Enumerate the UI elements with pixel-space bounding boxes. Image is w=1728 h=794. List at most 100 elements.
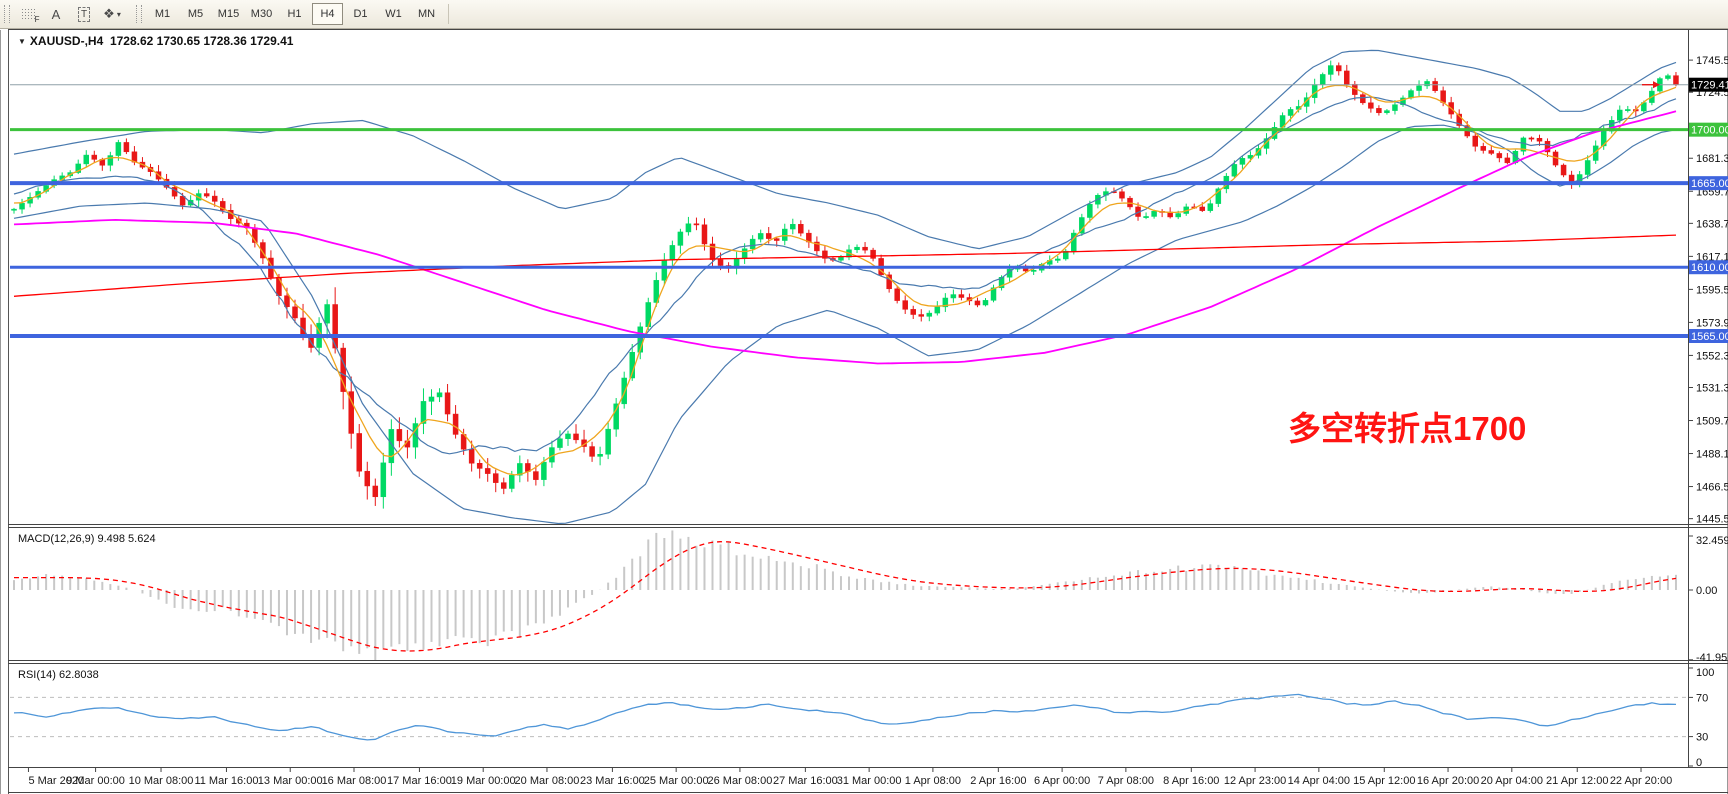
candle — [1425, 81, 1430, 85]
candle — [381, 463, 386, 497]
time-axis-label: 2 Apr 16:00 — [970, 775, 1026, 787]
timeframe-button-M1[interactable]: M1 — [147, 3, 178, 25]
time-axis-label: 17 Mar 16:00 — [387, 775, 452, 787]
candle — [1417, 86, 1422, 91]
candle — [108, 156, 113, 166]
candle — [1055, 259, 1060, 260]
candle — [1673, 76, 1678, 85]
timeframe-button-D1[interactable]: D1 — [345, 3, 376, 25]
candle — [501, 483, 506, 489]
candle — [742, 249, 747, 259]
candle — [1119, 192, 1124, 198]
candle — [469, 449, 474, 463]
candle — [1529, 138, 1534, 139]
price-tick-label: 1466.50 — [1696, 482, 1728, 494]
chart-title[interactable]: ▼XAUUSD-,H4 1728.62 1730.65 1728.36 1729… — [18, 34, 293, 48]
candle — [1328, 66, 1333, 75]
symbol-label: XAUUSD-,H4 — [30, 34, 103, 48]
price-badge-label: 1565.00 — [1691, 331, 1728, 343]
timeframe-button-M15[interactable]: M15 — [213, 3, 244, 25]
price-badge-label: 1665.00 — [1691, 178, 1728, 190]
candle — [293, 307, 298, 318]
arrow-tools-icon[interactable]: ❖▾ — [100, 3, 124, 25]
candle — [678, 232, 683, 245]
timeframe-button-H1[interactable]: H1 — [279, 3, 310, 25]
price-tick-label: 1488.10 — [1696, 449, 1728, 461]
candle — [84, 155, 89, 164]
candle — [1360, 95, 1365, 103]
time-axis-label: 27 Mar 16:00 — [773, 775, 838, 787]
price-tick-label: 1445.50 — [1696, 514, 1728, 526]
candle — [935, 307, 940, 313]
candle — [1625, 109, 1630, 110]
rsi-axis-label: 70 — [1696, 692, 1708, 704]
candle — [838, 257, 843, 260]
candle — [670, 245, 675, 260]
candle — [758, 233, 763, 239]
candle — [557, 439, 562, 448]
price-badge-label: 1729.41 — [1691, 80, 1728, 92]
price-tick-label: 1531.30 — [1696, 383, 1728, 395]
time-axis-label: 20 Mar 08:00 — [515, 775, 580, 787]
time-axis-label: 23 Mar 16:00 — [580, 775, 645, 787]
candle — [365, 471, 370, 486]
candle — [919, 315, 924, 317]
time-axis-label: 13 Mar 00:00 — [258, 775, 323, 787]
chart-canvas[interactable]: 1745.501724.501681.301659.701638.701617.… — [0, 0, 1728, 794]
candle — [1288, 109, 1293, 115]
time-axis-label: 15 Apr 12:00 — [1353, 775, 1415, 787]
candle — [1208, 204, 1213, 211]
rsi-indicator-label: RSI(14) 62.8038 — [18, 669, 99, 681]
candle — [1176, 214, 1181, 217]
time-axis-label: 9 Mar 00:00 — [66, 775, 125, 787]
candle — [614, 404, 619, 429]
candle — [509, 475, 514, 488]
time-axis-label: 8 Apr 16:00 — [1163, 775, 1219, 787]
candle — [357, 433, 362, 471]
timeframe-button-M5[interactable]: M5 — [180, 3, 211, 25]
candle — [1144, 216, 1149, 217]
time-axis-label: 21 Apr 12:00 — [1546, 775, 1608, 787]
candle — [12, 209, 17, 210]
text-label-icon[interactable]: T — [72, 3, 96, 25]
candle — [1473, 136, 1478, 146]
chart-annotation-text[interactable]: 多空转折点1700 — [1288, 402, 1526, 450]
price-tick-label: 1509.70 — [1696, 416, 1728, 428]
symbol-dropdown-icon[interactable]: ▼ — [18, 37, 26, 46]
price-badge-label: 1610.00 — [1691, 262, 1728, 274]
time-axis-label: 12 Apr 23:00 — [1224, 775, 1286, 787]
timeframe-button-MN[interactable]: MN — [411, 3, 442, 25]
timeframe-button-group: M1M5M15M30H1H4D1W1MN — [146, 3, 443, 25]
toolbar-drag-handle[interactable] — [4, 5, 10, 23]
toolbar-drag-handle[interactable] — [136, 5, 142, 23]
candle — [1392, 105, 1397, 111]
text-a-icon[interactable]: A — [44, 3, 68, 25]
candle — [686, 224, 691, 232]
candle — [951, 295, 956, 298]
fibonacci-grid-icon[interactable]: F — [16, 3, 40, 25]
candle — [116, 142, 121, 155]
time-axis-label: 10 Mar 08:00 — [129, 775, 194, 787]
timeframe-button-M30[interactable]: M30 — [246, 3, 277, 25]
candle — [1384, 111, 1389, 113]
price-badge-label: 1700.00 — [1691, 125, 1728, 137]
candle — [1344, 71, 1349, 84]
candle — [92, 155, 97, 159]
candle — [1152, 211, 1157, 216]
candle — [1336, 66, 1341, 71]
candle — [574, 434, 579, 440]
time-axis-label: 16 Mar 08:00 — [322, 775, 387, 787]
timeframe-button-W1[interactable]: W1 — [378, 3, 409, 25]
candle — [798, 224, 803, 233]
price-tick-label: 1681.30 — [1696, 153, 1728, 165]
macd-indicator-label: MACD(12,26,9) 9.498 5.624 — [18, 533, 156, 545]
price-tick-label: 1595.50 — [1696, 284, 1728, 296]
candle — [1312, 85, 1317, 98]
candle — [774, 239, 779, 241]
candle — [485, 468, 490, 473]
time-axis-label: 31 Mar 00:00 — [837, 775, 902, 787]
candle — [437, 393, 442, 397]
rsi-axis-label: 100 — [1696, 667, 1714, 679]
candle — [1433, 81, 1438, 90]
timeframe-button-H4[interactable]: H4 — [312, 3, 343, 25]
